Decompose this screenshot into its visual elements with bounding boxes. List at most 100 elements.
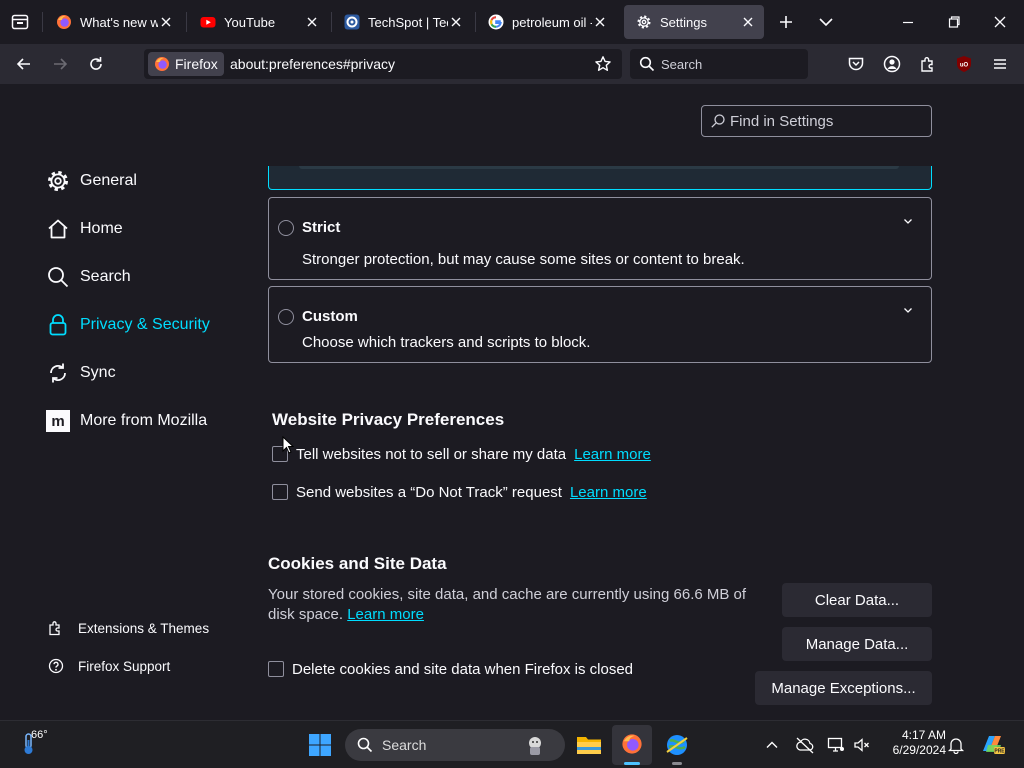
- category-label: Home: [80, 220, 123, 237]
- taskbar-search-box[interactable]: Search: [345, 729, 565, 761]
- gear-icon: [636, 14, 652, 30]
- search-icon: [639, 56, 655, 72]
- find-in-settings-input[interactable]: Find in Settings: [701, 105, 932, 137]
- clear-data-button[interactable]: Clear Data...: [782, 583, 932, 617]
- extensions-themes-link[interactable]: Extensions & Themes: [48, 618, 209, 638]
- tab-title: Settings: [660, 14, 707, 30]
- dnt-checkbox[interactable]: [272, 484, 288, 500]
- custom-title: Custom: [302, 308, 358, 325]
- manage-exceptions-button[interactable]: Manage Exceptions...: [755, 671, 932, 705]
- file-explorer-icon[interactable]: [576, 733, 602, 757]
- identity-box[interactable]: Firefox: [148, 52, 224, 76]
- display-icon[interactable]: [827, 736, 845, 754]
- dnt-learn-more-link[interactable]: Learn more: [570, 484, 647, 501]
- tab-whats-new[interactable]: What's new with: [44, 5, 182, 39]
- account-icon[interactable]: [882, 54, 902, 74]
- gpc-learn-more-link[interactable]: Learn more: [574, 446, 651, 463]
- clock[interactable]: 4:17 AM 6/29/2024: [880, 728, 946, 758]
- minimize-icon[interactable]: [898, 12, 918, 32]
- ublock-origin-icon[interactable]: uO: [954, 54, 974, 74]
- clock-time: 4:17 AM: [901, 728, 946, 742]
- category-label: Privacy & Security: [80, 316, 210, 333]
- svg-text:m: m: [51, 413, 64, 430]
- youtube-icon: [200, 14, 216, 30]
- notification-bell-icon[interactable]: [947, 736, 965, 754]
- firefox-view-icon[interactable]: [10, 12, 30, 32]
- category-home[interactable]: Home: [46, 215, 123, 243]
- close-icon[interactable]: [304, 14, 320, 30]
- cookies-learn-more-link[interactable]: Learn more: [347, 606, 424, 623]
- tab-google[interactable]: petroleum oil - G: [476, 5, 616, 39]
- custom-radio[interactable]: [278, 309, 294, 325]
- list-all-tabs-icon[interactable]: [816, 12, 836, 32]
- tab-title: petroleum oil - G: [512, 14, 592, 30]
- pocket-icon[interactable]: [846, 54, 866, 74]
- cookies-desc-line1: Your stored cookies, site data, and cach…: [268, 586, 747, 603]
- search-placeholder: Search: [661, 56, 703, 72]
- cookies-description: Your stored cookies, site data, and cach…: [268, 585, 748, 625]
- category-label: Sync: [80, 364, 116, 381]
- google-icon: [488, 14, 504, 30]
- tab-strip: What's new with YouTube TechSpot | Tech …: [0, 0, 1024, 44]
- category-search[interactable]: Search: [46, 263, 131, 291]
- clock-date: 6/29/2024: [892, 743, 946, 757]
- close-icon[interactable]: [592, 14, 608, 30]
- category-label: Search: [80, 268, 131, 285]
- reload-icon[interactable]: [86, 54, 106, 74]
- app-globe-icon[interactable]: [664, 732, 690, 765]
- firefox-support-link[interactable]: Firefox Support: [48, 656, 170, 676]
- category-general[interactable]: General: [46, 167, 137, 195]
- custom-protection-option[interactable]: Custom Choose which trackers and scripts…: [268, 286, 932, 363]
- cookies-heading: Cookies and Site Data: [268, 554, 447, 573]
- bookmark-star-icon[interactable]: [594, 55, 612, 73]
- url-bar[interactable]: Firefox about:preferences#privacy: [144, 49, 622, 79]
- firefox-icon: [154, 56, 170, 72]
- menu-icon[interactable]: [990, 54, 1010, 74]
- category-privacy-security[interactable]: Privacy & Security: [46, 311, 210, 339]
- search-icon: [46, 265, 80, 289]
- extensions-icon[interactable]: [918, 54, 938, 74]
- tab-techspot[interactable]: TechSpot | Tech: [332, 5, 472, 39]
- help-icon: [48, 658, 78, 674]
- close-icon[interactable]: [448, 14, 464, 30]
- taskbar-firefox-button[interactable]: [612, 725, 652, 765]
- back-icon[interactable]: [14, 54, 34, 74]
- taskbar-search-placeholder: Search: [382, 737, 427, 753]
- custom-description: Choose which trackers and scripts to blo…: [302, 334, 591, 351]
- settings-page: Find in Settings General Home Search Pri…: [0, 84, 1024, 720]
- window-close-icon[interactable]: [990, 12, 1010, 32]
- new-tab-icon[interactable]: [776, 12, 796, 32]
- delete-on-close-checkbox[interactable]: [268, 661, 284, 677]
- close-icon[interactable]: [740, 14, 756, 30]
- onedrive-offline-icon[interactable]: [795, 736, 815, 754]
- copilot-icon[interactable]: PRE: [979, 731, 1005, 757]
- restore-icon[interactable]: [944, 12, 964, 32]
- chevron-down-icon[interactable]: [901, 214, 915, 228]
- tab-youtube[interactable]: YouTube: [188, 5, 328, 39]
- windows-start-icon[interactable]: [308, 733, 332, 757]
- forward-icon[interactable]: [50, 54, 70, 74]
- manage-data-button[interactable]: Manage Data...: [782, 627, 932, 661]
- search-bar[interactable]: Search: [630, 49, 808, 79]
- gpc-option[interactable]: Tell websites not to sell or share my da…: [272, 443, 651, 465]
- volume-muted-icon[interactable]: [853, 736, 871, 754]
- svg-text:PRE: PRE: [994, 749, 1005, 755]
- strict-radio[interactable]: [278, 220, 294, 236]
- close-icon[interactable]: [158, 14, 174, 30]
- category-label: General: [80, 172, 137, 189]
- tab-settings[interactable]: Settings: [624, 5, 764, 39]
- firefox-icon: [56, 14, 72, 30]
- strict-protection-option[interactable]: Strict Stronger protection, but may caus…: [268, 197, 932, 280]
- url-text[interactable]: about:preferences#privacy: [230, 56, 395, 72]
- find-placeholder: Find in Settings: [730, 113, 834, 130]
- dnt-option[interactable]: Send websites a “Do Not Track” request L…: [272, 481, 647, 503]
- tab-title: What's new with: [80, 14, 158, 30]
- techspot-icon: [344, 14, 360, 30]
- category-sync[interactable]: Sync: [46, 359, 116, 387]
- delete-on-close-label: Delete cookies and site data when Firefo…: [292, 660, 634, 678]
- search-icon: [357, 737, 373, 753]
- chevron-down-icon[interactable]: [901, 303, 915, 317]
- category-more-from-mozilla[interactable]: m More from Mozilla: [46, 407, 207, 435]
- show-hidden-icons-icon[interactable]: [764, 737, 780, 753]
- delete-on-close-option[interactable]: Delete cookies and site data when Firefo…: [268, 658, 633, 680]
